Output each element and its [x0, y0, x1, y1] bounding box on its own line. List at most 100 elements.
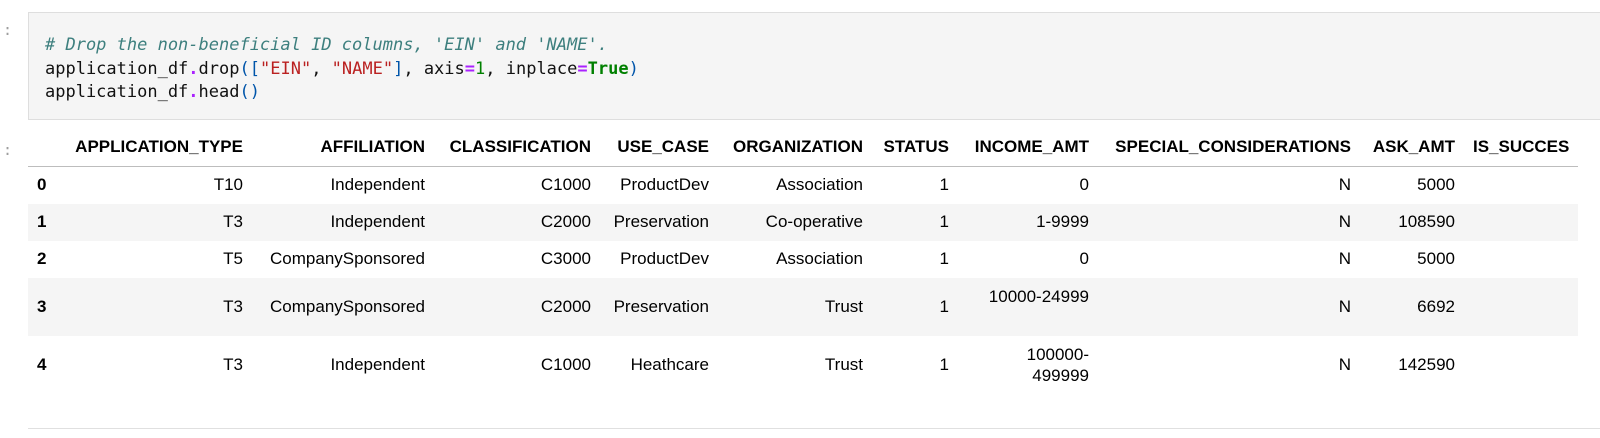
table-cell: T3	[223, 296, 243, 316]
table-cell: CompanySponsored	[270, 296, 425, 316]
column-header: ASK_AMT	[1360, 128, 1464, 167]
code-editor[interactable]: # Drop the non-beneficial ID columns, 'E…	[45, 34, 639, 105]
table-cell: Preservation	[613, 212, 709, 231]
row-index: 4	[37, 354, 47, 374]
table-cell	[1464, 278, 1578, 336]
code-line-2: application_df.drop(["EIN", "NAME"], axi…	[45, 59, 639, 79]
table-cell: C3000	[540, 249, 591, 268]
table-cell: 1-9999	[1036, 212, 1089, 231]
code-line-3: application_df.head()	[45, 82, 260, 102]
table-cell: C2000	[540, 212, 591, 231]
column-header: IS_SUCCES	[1464, 128, 1579, 167]
code-token: 1	[475, 58, 486, 79]
code-token: [	[249, 58, 260, 79]
table-cell: 6692	[1417, 296, 1455, 316]
dataframe-table: APPLICATION_TYPE AFFILIATION CLASSIFICAT…	[28, 128, 1579, 394]
table-cell: Association	[776, 249, 863, 268]
table-cell: ProductDev	[620, 249, 709, 268]
table-cell: CompanySponsored	[270, 249, 425, 268]
code-token: , inplace	[485, 58, 578, 79]
table-row: 2 T5 CompanySponsored C3000 ProductDev A…	[28, 240, 1579, 278]
table-cell: Co-operative	[765, 212, 863, 231]
column-header: APPLICATION_TYPE	[66, 128, 252, 167]
column-header: STATUS	[872, 128, 958, 167]
table-cell: 1	[939, 175, 949, 195]
cell-divider	[28, 428, 1600, 429]
column-header: SPECIAL_CONSIDERATIONS	[1098, 128, 1360, 167]
table-cell: N	[1338, 354, 1351, 374]
table-row: 4 T3 Independent C1000 Heathcare Trust 1…	[28, 335, 1579, 394]
table-cell: 142590	[1398, 354, 1455, 374]
code-token: application_df	[45, 58, 189, 79]
table-cell: Independent	[330, 175, 425, 195]
row-index: 2	[37, 249, 47, 268]
code-token: ,	[311, 58, 332, 79]
table-cell: N	[1338, 249, 1351, 268]
table-cell: C1000	[540, 354, 591, 374]
table-cell: T3	[223, 212, 243, 231]
table-cell: 10000-24999	[958, 278, 1098, 336]
table-cell: 1	[939, 354, 949, 374]
code-token: "NAME"	[331, 58, 394, 79]
code-token: , axis	[403, 58, 465, 79]
index-header	[28, 128, 66, 167]
output-area: APPLICATION_TYPE AFFILIATION CLASSIFICAT…	[28, 128, 1600, 394]
table-cell: Preservation	[613, 296, 709, 316]
table-cell	[1464, 336, 1578, 394]
table-cell: 108590	[1398, 212, 1455, 231]
cell-text: 100000-499999	[1026, 344, 1089, 385]
table-row: 3 T3 CompanySponsored C2000 Preservation…	[28, 277, 1579, 336]
code-token: =	[464, 58, 476, 79]
column-header: ORGANIZATION	[718, 128, 872, 167]
table-row: 1 T3 Independent C2000 Preservation Co-o…	[28, 203, 1579, 241]
input-prompt: ]:	[0, 21, 13, 39]
table-cell: C1000	[540, 175, 591, 195]
code-token: head	[198, 82, 240, 102]
code-token: .	[188, 58, 199, 79]
table-cell: 5000	[1417, 175, 1455, 195]
table-cell: Independent	[330, 354, 425, 374]
code-token: ()	[239, 82, 260, 102]
table-cell: N	[1338, 175, 1351, 195]
code-token: ]	[393, 58, 404, 79]
code-token: (	[239, 58, 250, 79]
code-token: application_df	[45, 82, 189, 102]
output-prompt: ]:	[0, 141, 13, 159]
code-token: drop	[198, 58, 240, 79]
table-cell	[1464, 241, 1578, 278]
table-cell: C2000	[540, 296, 591, 316]
table-cell	[1464, 204, 1578, 241]
table-cell: ProductDev	[620, 175, 709, 195]
table-cell	[1464, 167, 1578, 204]
table-cell: 1	[939, 296, 949, 316]
table-cell: Heathcare	[630, 354, 709, 374]
table-row: 0 T10 Independent C1000 ProductDev Assoc…	[28, 166, 1579, 204]
column-header: AFFILIATION	[252, 128, 434, 167]
code-token: "EIN"	[260, 58, 312, 79]
row-index: 1	[37, 212, 47, 231]
table-cell: Trust	[824, 296, 863, 316]
table-cell: Trust	[824, 354, 863, 374]
table-cell: 1	[939, 212, 949, 231]
code-token: True	[587, 58, 629, 79]
column-header: USE_CASE	[600, 128, 718, 167]
table-cell: 1	[939, 249, 949, 268]
table-cell: N	[1338, 212, 1351, 231]
column-header: CLASSIFICATION	[434, 128, 600, 167]
row-index: 0	[37, 175, 47, 195]
table-cell: T5	[223, 249, 243, 268]
table-cell: 5000	[1417, 249, 1455, 268]
code-token: .	[188, 82, 199, 102]
code-cell-input[interactable]: # Drop the non-beneficial ID columns, 'E…	[28, 12, 1600, 120]
code-token: )	[628, 58, 639, 79]
column-header: INCOME_AMT	[958, 128, 1098, 167]
table-cell: T3	[223, 354, 243, 374]
table-cell: T10	[213, 175, 243, 195]
code-token: =	[577, 58, 588, 79]
table-cell: 0	[1079, 175, 1089, 195]
cell-text: 10000-24999	[988, 286, 1089, 306]
table-cell: Independent	[330, 212, 425, 231]
table-cell: N	[1338, 296, 1351, 316]
table-header-row: APPLICATION_TYPE AFFILIATION CLASSIFICAT…	[28, 128, 1579, 167]
code-comment: # Drop the non-beneficial ID columns, 'E…	[45, 35, 608, 55]
